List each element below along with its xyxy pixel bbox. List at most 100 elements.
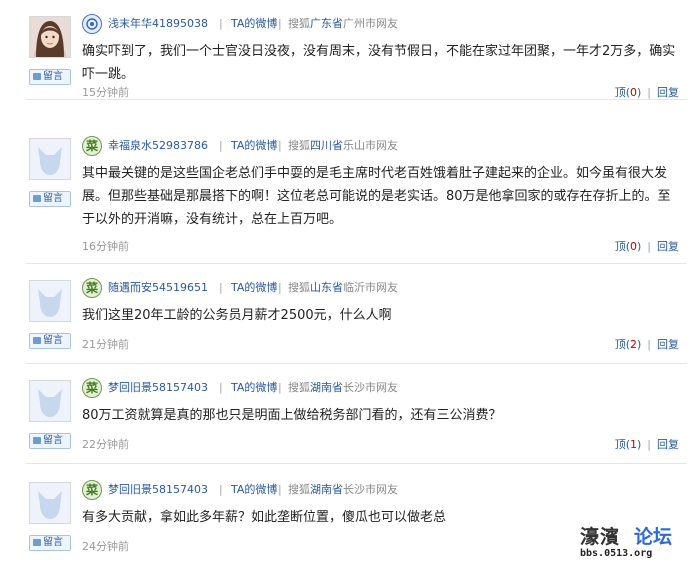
avatar[interactable]	[29, 16, 71, 58]
upvote-count: 0	[629, 240, 637, 253]
upvote-count: 0	[629, 86, 637, 99]
separator: |	[278, 381, 282, 394]
watermark-main: 濠濱	[580, 526, 621, 548]
forum-watermark-logo: 濠濱 论坛 bbs.0513.org	[580, 522, 684, 562]
separator: |	[219, 139, 223, 152]
username-link[interactable]: 梦回旧景58157403	[108, 378, 208, 398]
liuyan-label: 留言	[43, 193, 63, 204]
comment-text: 其中最关键的是这些国企老总们手中耍的是毛主席时代老百姓饿着肚子建起来的企业。如今…	[82, 166, 671, 227]
liuyan-button[interactable]: 留言	[29, 433, 71, 449]
separator: |	[647, 438, 651, 451]
location-prefix: 搜狐	[288, 483, 310, 496]
province-link[interactable]: 山东省	[310, 281, 343, 294]
separator: |	[278, 17, 282, 30]
comment-time: 15分钟前	[82, 86, 129, 99]
paren-close: )	[636, 338, 642, 351]
location: 搜狐湖南省长沙市网友	[288, 378, 398, 398]
comment-time: 24分钟前	[82, 540, 129, 553]
reply-button[interactable]: 回复	[657, 240, 679, 253]
separator: |	[647, 240, 651, 253]
separator: |	[278, 139, 282, 152]
reply-button[interactable]: 回复	[657, 86, 679, 99]
location: 搜狐湖南省长沙市网友	[288, 480, 398, 500]
message-icon	[33, 539, 41, 546]
avatar[interactable]	[29, 482, 71, 524]
watermark-luntan: 论坛	[634, 526, 673, 548]
comment-time: 22分钟前	[82, 438, 129, 451]
comment-text: 确实吓到了，我们一个士官没日没夜，没有周末，没有节假日，不能在家过年团聚，一年才…	[82, 44, 676, 82]
separator: |	[219, 281, 223, 294]
comment-item: 留言 菜 随遇而安54519651 | TA的微博 | 搜狐山东省临沂市网友 我…	[0, 264, 693, 364]
avatar[interactable]	[29, 280, 71, 322]
cai-badge-icon: 菜	[82, 136, 102, 156]
province-link[interactable]: 湖南省	[310, 483, 343, 496]
default-avatar-icon	[30, 483, 70, 523]
separator: |	[219, 17, 223, 30]
location: 搜狐广东省广州市网友	[288, 14, 398, 34]
location-suffix: 长沙市网友	[343, 381, 398, 394]
avatar[interactable]	[29, 138, 71, 180]
upvote-button[interactable]: 顶(2)	[615, 338, 642, 351]
location-prefix: 搜狐	[288, 281, 310, 294]
ta-weibo-link[interactable]: TA的微博	[231, 480, 277, 500]
liuyan-button[interactable]: 留言	[29, 535, 71, 551]
upvote-button[interactable]: 顶(0)	[615, 240, 642, 253]
ta-weibo-link[interactable]: TA的微博	[231, 278, 277, 298]
upvote-label: 顶	[614, 438, 626, 451]
liuyan-label: 留言	[43, 435, 63, 446]
reply-button[interactable]: 回复	[657, 338, 679, 351]
watermark-url: bbs.0513.org	[580, 548, 653, 559]
province-link[interactable]: 广东省	[310, 17, 343, 30]
location-suffix: 临沂市网友	[343, 281, 398, 294]
weibo-badge-icon	[82, 14, 102, 34]
upvote-button[interactable]: 顶(0)	[615, 86, 642, 99]
liuyan-button[interactable]: 留言	[29, 69, 71, 85]
comment-text: 80万工资就算是真的那也只是明面上做给税务部门看的，还有三公消费？	[82, 408, 502, 423]
upvote-button[interactable]: 顶(1)	[615, 438, 642, 451]
location-prefix: 搜狐	[288, 17, 310, 30]
message-icon	[33, 73, 41, 80]
liuyan-button[interactable]: 留言	[29, 333, 71, 349]
location-suffix: 长沙市网友	[343, 483, 398, 496]
ta-weibo-link[interactable]: TA的微博	[231, 14, 277, 34]
cai-badge-icon: 菜	[82, 378, 102, 398]
upvote-count: 1	[629, 438, 637, 451]
avatar[interactable]	[29, 380, 71, 422]
username-link[interactable]: 浅末年华41895038	[108, 14, 208, 34]
liuyan-label: 留言	[43, 335, 63, 346]
message-icon	[33, 437, 41, 444]
divider	[26, 463, 687, 464]
cai-badge-icon: 菜	[82, 480, 102, 500]
upvote-label: 顶	[614, 86, 626, 99]
comment-actions: 顶(2) | 回复	[615, 336, 679, 352]
upvote-count: 2	[629, 338, 637, 351]
separator: |	[278, 281, 282, 294]
reply-button[interactable]: 回复	[657, 438, 679, 451]
comment-actions: 顶(0) | 回复	[615, 238, 679, 254]
location: 搜狐四川省乐山市网友	[288, 136, 398, 156]
comment-time: 21分钟前	[82, 338, 129, 351]
location-prefix: 搜狐	[288, 381, 310, 394]
comment-text: 我们这里20年工龄的公务员月薪才2500元，什么人啊	[82, 308, 392, 323]
comment-item: 留言 浅末年华41895038 | TA的微博 | 搜狐广东省广州市网友 确实吓…	[0, 0, 693, 100]
username-link[interactable]: 幸福泉水52983786	[108, 136, 208, 156]
liuyan-button[interactable]: 留言	[29, 191, 71, 207]
user-photo	[30, 17, 70, 57]
location-suffix: 广州市网友	[343, 17, 398, 30]
comment-time: 16分钟前	[82, 240, 129, 253]
comment-actions: 顶(0) | 回复	[615, 84, 679, 100]
divider	[26, 99, 687, 100]
ta-weibo-link[interactable]: TA的微博	[231, 378, 277, 398]
username-link[interactable]: 随遇而安54519651	[108, 278, 208, 298]
province-link[interactable]: 湖南省	[310, 381, 343, 394]
separator: |	[647, 338, 651, 351]
location: 搜狐山东省临沂市网友	[288, 278, 398, 298]
upvote-label: 顶	[614, 240, 626, 253]
location-prefix: 搜狐	[288, 139, 310, 152]
message-icon	[33, 195, 41, 202]
separator: |	[219, 381, 223, 394]
comment-item: 留言 菜 梦回旧景58157403 | TA的微博 | 搜狐湖南省长沙市网友 8…	[0, 364, 693, 464]
ta-weibo-link[interactable]: TA的微博	[231, 136, 277, 156]
username-link[interactable]: 梦回旧景58157403	[108, 480, 208, 500]
province-link[interactable]: 四川省	[310, 139, 343, 152]
